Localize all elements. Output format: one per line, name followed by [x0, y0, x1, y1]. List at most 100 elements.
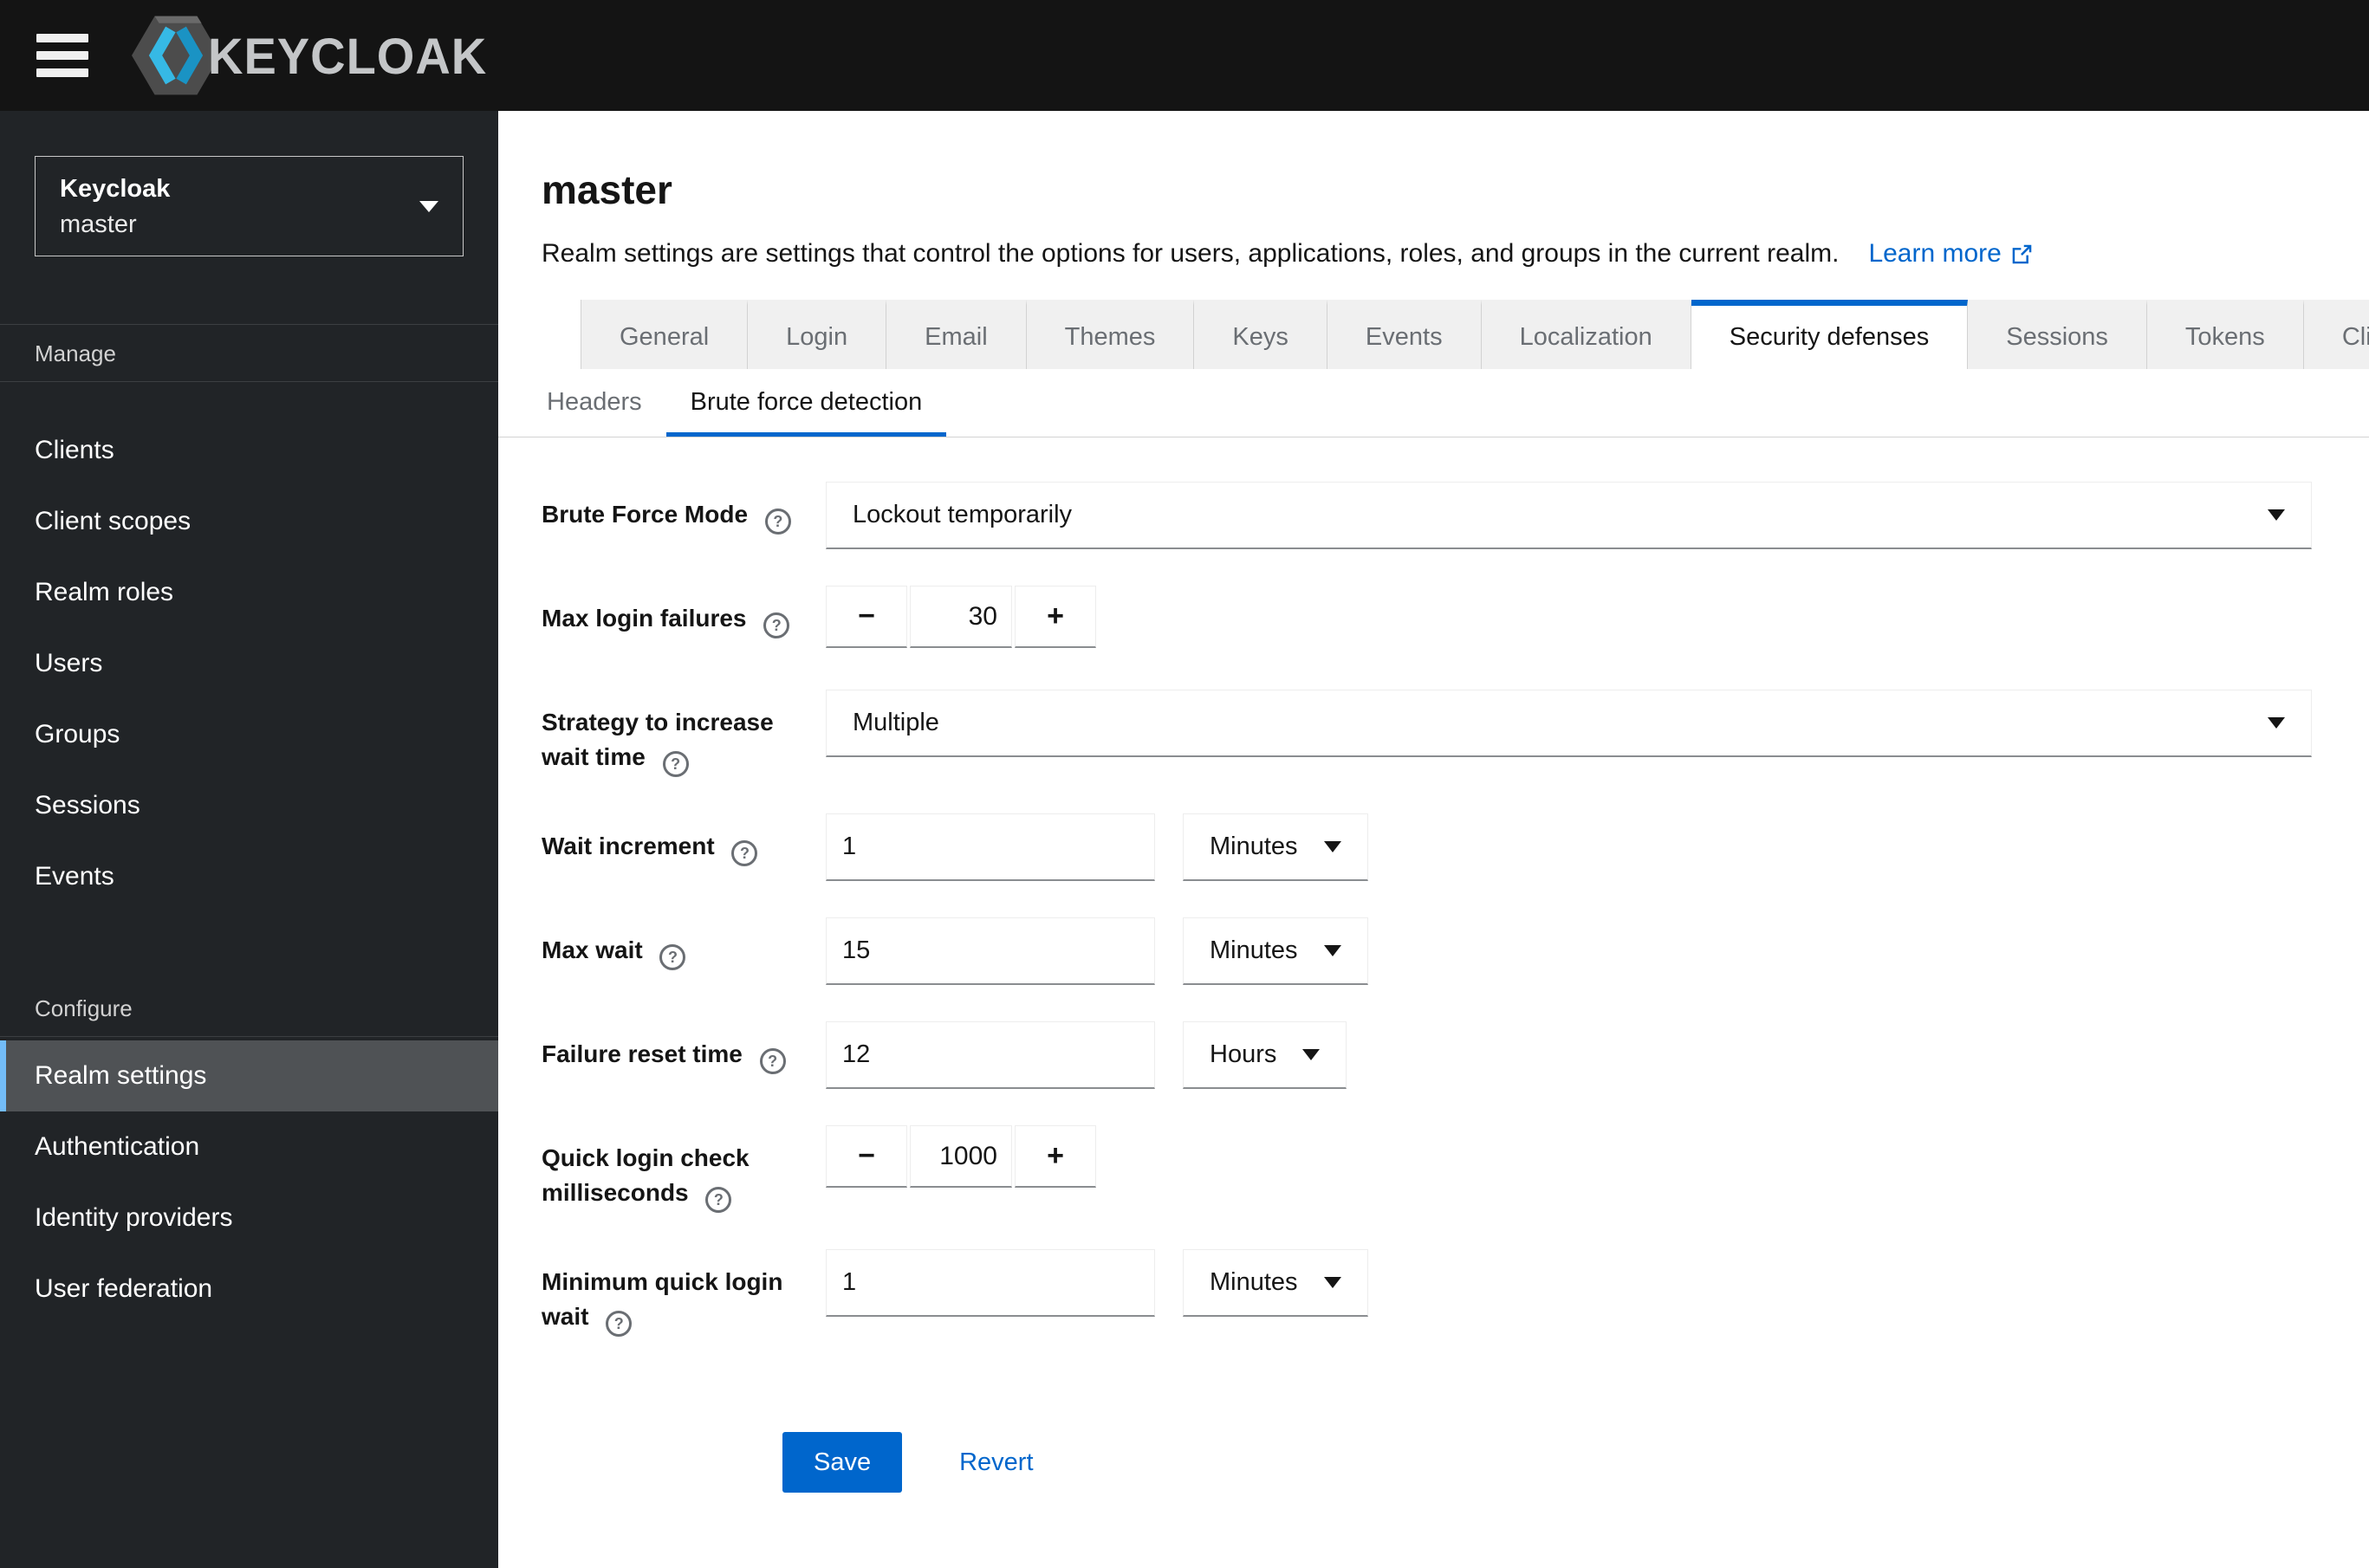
minus-button[interactable]: − — [826, 586, 907, 648]
external-link-icon — [2012, 244, 2032, 263]
sidebar-item-realm-settings[interactable]: Realm settings — [0, 1040, 498, 1111]
field-label-text: Max login failures — [542, 605, 754, 632]
field-control-max-wait: Minutes — [826, 917, 2312, 985]
help-icon[interactable]: ? — [763, 612, 790, 638]
tab-email[interactable]: Email — [886, 300, 1027, 369]
subtab-brute-force-detection[interactable]: Brute force detection — [665, 373, 947, 437]
help-icon[interactable]: ? — [662, 751, 689, 777]
sidebar-nav: Manage Clients Client scopes Realm roles Use… — [0, 325, 498, 1325]
revert-button[interactable]: Revert — [959, 1448, 1033, 1477]
tab-events[interactable]: Events — [1327, 300, 1482, 369]
realm-selector-title: Keycloak — [60, 175, 171, 203]
nav-section-title: Configure — [35, 995, 133, 1021]
field-label-brute-force-mode: Brute Force Mode ? — [542, 482, 826, 535]
minimum-quick-login-wait-unit-select[interactable]: Minutes — [1183, 1249, 1368, 1317]
chevron-down-icon — [1323, 841, 1341, 852]
main-content: master Realm settings are settings that … — [498, 111, 2369, 1568]
max-login-failures-stepper: −30 + — [826, 586, 1096, 648]
sidebar-item-clients[interactable]: Clients — [0, 415, 498, 486]
nav-section-manage: Manage Clients Client scopes Realm roles Use… — [0, 325, 498, 912]
field-control-max-login-failures: −30 + — [826, 586, 2312, 648]
field-label-minimum-quick-login-wait: Minimum quick login wait ? — [542, 1249, 826, 1337]
field-control-strategy-to-increase-wait-time: Multiple — [826, 690, 2312, 757]
help-icon[interactable]: ? — [759, 1048, 786, 1074]
field-label-failure-reset-time: Failure reset time ? — [542, 1021, 826, 1074]
form-row-wait-increment: Wait increment ? Minutes — [542, 813, 2312, 881]
tab-sessions[interactable]: Sessions — [1968, 300, 2147, 369]
page-header: master Realm settings are settings that … — [498, 111, 2369, 269]
nav-section-title: Manage — [35, 340, 116, 366]
hamburger-menu-icon[interactable] — [36, 34, 88, 77]
field-label-max-login-failures: Max login failures ? — [542, 586, 826, 638]
sidebar-item-users[interactable]: Users — [0, 628, 498, 699]
field-label-text: Max wait — [542, 936, 650, 963]
tab-client-policies[interactable]: Client policies — [2303, 300, 2369, 369]
minimum-quick-login-wait-input[interactable] — [826, 1249, 1155, 1317]
tab-localization[interactable]: Localization — [1481, 300, 1691, 369]
help-icon[interactable]: ? — [705, 1187, 732, 1213]
realm-selector[interactable]: Keycloak master — [35, 156, 464, 256]
tab-login[interactable]: Login — [748, 300, 887, 369]
brute-force-mode-select[interactable]: Lockout temporarily — [826, 482, 2312, 549]
chevron-down-icon — [1323, 945, 1341, 956]
sidebar-item-client-scopes[interactable]: Client scopes — [0, 486, 498, 557]
field-control-brute-force-mode: Lockout temporarily — [826, 482, 2312, 549]
minus-button[interactable]: − — [826, 1125, 907, 1188]
field-label-text: Failure reset time — [542, 1040, 750, 1067]
nav-section-configure: Configure Realm settings Authentication Ide… — [0, 980, 498, 1325]
plus-button[interactable]: + — [1015, 1125, 1096, 1188]
select-value: Hours — [1210, 1040, 1277, 1068]
sidebar-item-authentication[interactable]: Authentication — [0, 1111, 498, 1182]
help-icon[interactable]: ? — [764, 509, 791, 535]
field-label-text: Minimum quick login wait — [542, 1268, 783, 1330]
max-wait-unit-select[interactable]: Minutes — [1183, 917, 1368, 985]
failure-reset-time-unit-select[interactable]: Hours — [1183, 1021, 1347, 1089]
failure-reset-time-input[interactable] — [826, 1021, 1155, 1089]
sidebar-item-sessions[interactable]: Sessions — [0, 770, 498, 841]
quick-login-check-milliseconds-stepper: −1000 + — [826, 1125, 1096, 1188]
help-icon[interactable]: ? — [606, 1311, 633, 1337]
help-icon[interactable]: ? — [731, 840, 758, 866]
sidebar-item-user-federation[interactable]: User federation — [0, 1254, 498, 1325]
realm-selector-current-realm: master — [60, 211, 137, 238]
realm-selector-section: Keycloak master — [0, 111, 498, 325]
quick-login-check-milliseconds-value[interactable]: 1000 — [910, 1125, 1012, 1188]
save-button[interactable]: Save — [782, 1432, 903, 1493]
top-navigation-bar: KEYCLOAK — [0, 0, 2369, 111]
sidebar-item-identity-providers[interactable]: Identity providers — [0, 1182, 498, 1254]
max-login-failures-value[interactable]: 30 — [910, 586, 1012, 648]
form-actions: Save Revert — [782, 1432, 2369, 1493]
brute-force-detection-form: Brute Force Mode ? Lockout temporarily Max… — [498, 437, 2369, 1337]
strategy-to-increase-wait-time-select[interactable]: Multiple — [826, 690, 2312, 757]
sidebar-item-groups[interactable]: Groups — [0, 699, 498, 770]
help-icon[interactable]: ? — [659, 944, 686, 970]
form-row-minimum-quick-login-wait: Minimum quick login wait ? Minutes — [542, 1249, 2312, 1337]
tab-general[interactable]: General — [581, 300, 749, 369]
select-value: Minutes — [1210, 936, 1298, 964]
tab-keys[interactable]: Keys — [1194, 300, 1327, 369]
realm-settings-tabs: General Login Email Themes Keys Events Localiz… — [581, 300, 2369, 369]
field-control-quick-login-check-milliseconds: −1000 + — [826, 1125, 2312, 1188]
keycloak-logo: KEYCLOAK — [132, 14, 487, 97]
tab-themes[interactable]: Themes — [1026, 300, 1195, 369]
field-label-text: Strategy to increase wait time — [542, 709, 774, 770]
sidebar-item-events[interactable]: Events — [0, 841, 498, 912]
form-row-max-login-failures: Max login failures ? −30 + — [542, 586, 2312, 653]
wait-increment-unit-select[interactable]: Minutes — [1183, 813, 1368, 881]
max-wait-input[interactable] — [826, 917, 1155, 985]
subtab-headers[interactable]: Headers — [522, 373, 666, 437]
field-label-text: Brute Force Mode — [542, 501, 755, 528]
tab-tokens[interactable]: Tokens — [2146, 300, 2304, 369]
chevron-down-icon — [419, 200, 438, 212]
form-row-strategy-to-increase-wait-time: Strategy to increase wait time ? Multiple — [542, 690, 2312, 777]
sidebar-item-realm-roles[interactable]: Realm roles — [0, 557, 498, 628]
wait-increment-input[interactable] — [826, 813, 1155, 881]
field-control-wait-increment: Minutes — [826, 813, 2312, 881]
learn-more-link[interactable]: Learn more — [1868, 239, 2033, 269]
select-value: Minutes — [1210, 1268, 1298, 1296]
chevron-down-icon — [2268, 717, 2285, 729]
tab-security-defenses[interactable]: Security defenses — [1691, 300, 1969, 369]
plus-button[interactable]: + — [1015, 586, 1096, 648]
chevron-down-icon — [2268, 509, 2285, 521]
field-label-text: Wait increment — [542, 833, 722, 859]
